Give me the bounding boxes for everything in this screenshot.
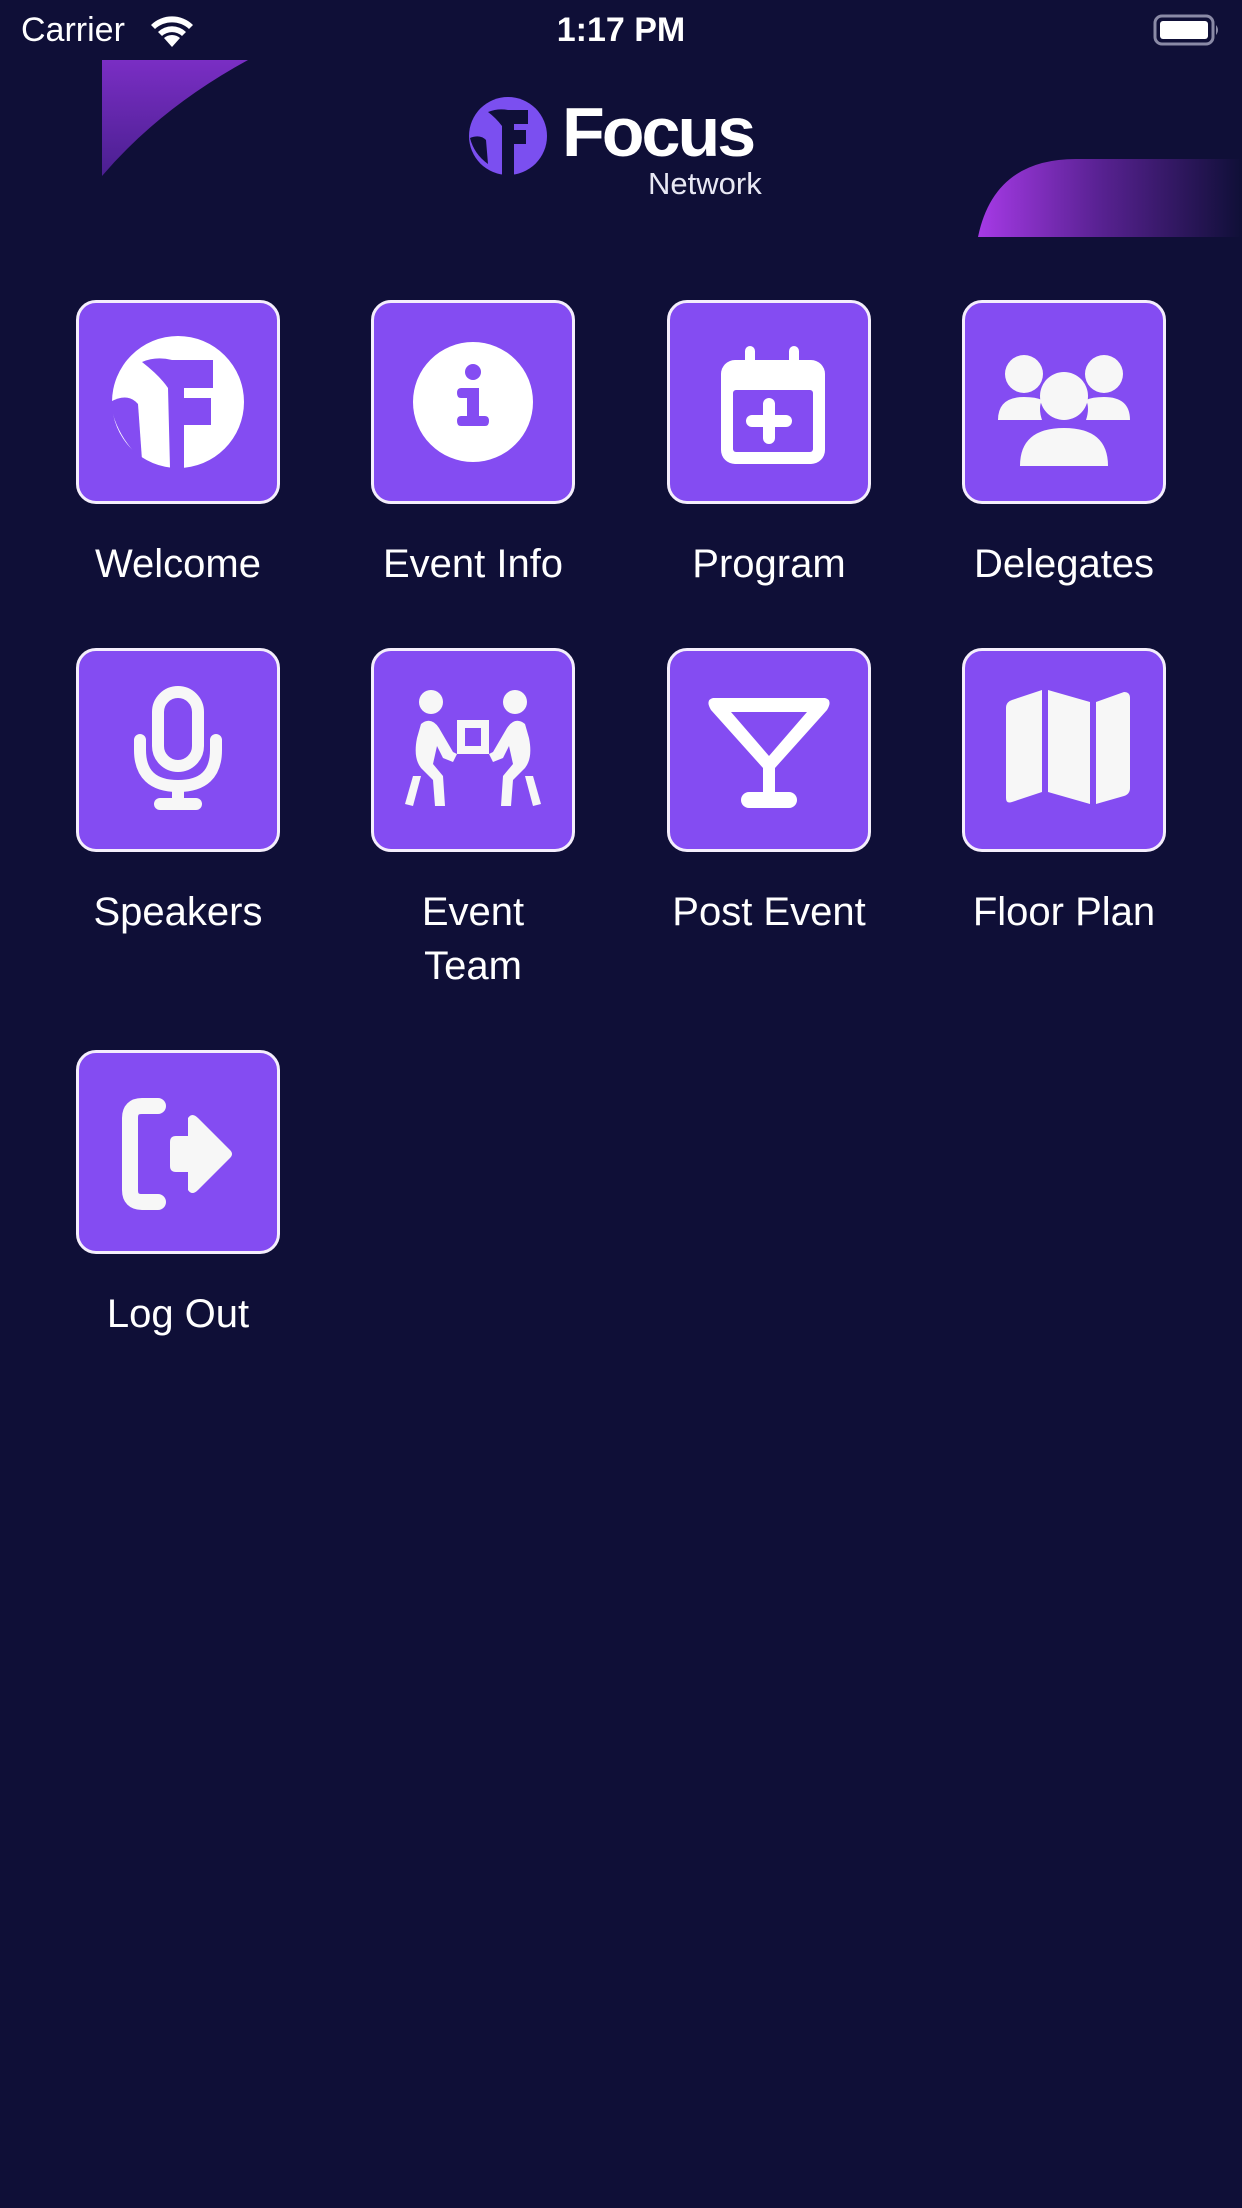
menu-item-label: Event Team [421, 890, 525, 988]
menu-item-label: Speakers [93, 890, 263, 934]
focus-logo-icon [110, 336, 244, 468]
menu-item-post-event[interactable]: Post Event [667, 648, 871, 939]
menu-item-delegates[interactable]: Delegates [962, 300, 1166, 591]
menu-item-speakers[interactable]: Speakers [76, 648, 280, 939]
cocktail-glass-icon [708, 698, 830, 808]
menu-item-program[interactable]: Program [667, 300, 871, 591]
menu-tile[interactable] [962, 648, 1166, 852]
status-time: 1:17 PM [556, 11, 686, 49]
menu-item-label: Welcome [95, 542, 261, 586]
menu-tile[interactable] [76, 1050, 280, 1254]
menu-tile[interactable] [76, 648, 280, 852]
menu-item-event-info[interactable]: Event Info [371, 300, 575, 591]
menu-tile[interactable] [371, 648, 575, 852]
menu-tile[interactable] [371, 300, 575, 504]
logout-arrow-icon [122, 1098, 232, 1210]
menu-item-label: Program [692, 542, 846, 586]
calendar-plus-icon [721, 346, 825, 464]
menu-item-label: Post Event [672, 890, 866, 934]
people-carrying-box-icon [405, 690, 541, 806]
status-bar: Carrier 1:17 PM [0, 0, 1242, 60]
focus-network-logo: Focus Network [468, 93, 788, 204]
focus-network-logo-icon [469, 97, 547, 176]
menu-item-label: Delegates [973, 542, 1155, 586]
decorative-corner-shape [102, 60, 248, 176]
people-group-icon [998, 355, 1130, 466]
menu-item-label: Floor Plan [972, 890, 1156, 934]
logo-subtitle: Network [648, 166, 762, 201]
menu-item-floor-plan[interactable]: Floor Plan [962, 648, 1166, 939]
menu-tile[interactable] [667, 300, 871, 504]
folded-map-icon [1006, 690, 1130, 804]
battery-full-icon [1153, 14, 1218, 46]
menu-item-log-out[interactable]: Log Out [76, 1050, 280, 1341]
menu-tile[interactable] [962, 300, 1166, 504]
logo-title: Focus [562, 93, 756, 171]
menu-tile[interactable] [76, 300, 280, 504]
menu-item-welcome[interactable]: Welcome [76, 300, 280, 591]
menu-item-event-team[interactable]: Event Team [371, 648, 575, 993]
decorative-wave-shape [978, 159, 1242, 237]
info-circle-icon [413, 342, 533, 462]
menu-item-label: Event Info [382, 542, 564, 586]
microphone-icon [134, 686, 222, 810]
menu-tile[interactable] [667, 648, 871, 852]
menu-item-label: Log Out [106, 1292, 250, 1336]
